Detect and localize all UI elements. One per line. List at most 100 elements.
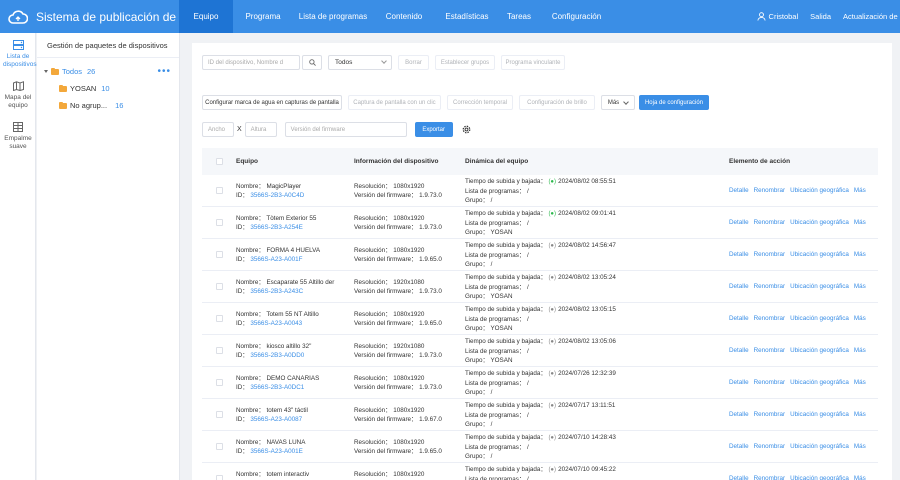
- row-checkbox[interactable]: [215, 443, 223, 450]
- detail-link[interactable]: Detalle: [729, 219, 749, 226]
- geolocation-link[interactable]: Ubicación geográfica: [790, 315, 849, 322]
- rename-link[interactable]: Renombrar: [754, 251, 786, 258]
- clear-button[interactable]: Borrar: [398, 55, 429, 70]
- firmware-input[interactable]: Versión del firmware: [284, 122, 407, 137]
- detail-link[interactable]: Detalle: [729, 379, 749, 386]
- table-row[interactable]: Nombre： kiosco altillo 32" ID： 3566S-2B3…: [202, 335, 878, 367]
- more-link[interactable]: Más: [854, 251, 866, 258]
- rename-link[interactable]: Renombrar: [754, 379, 786, 386]
- nav-estadisticas[interactable]: Estadísticas: [435, 0, 499, 33]
- more-link[interactable]: Más: [854, 187, 866, 194]
- geolocation-link[interactable]: Ubicación geográfica: [790, 187, 849, 194]
- nav-tareas[interactable]: Tareas: [499, 0, 539, 33]
- nav-configuracion[interactable]: Configuración: [539, 0, 614, 33]
- table-row[interactable]: Nombre： MagicPlayer ID： 3566S-2B3-A0C4D …: [202, 175, 878, 207]
- tree-node-root[interactable]: Todos 26 •••: [37, 63, 179, 80]
- geolocation-link[interactable]: Ubicación geográfica: [790, 475, 849, 480]
- detail-link[interactable]: Detalle: [729, 475, 749, 480]
- table-row[interactable]: Nombre： FORMA 4 HUELVA ID： 3566S-A23-A00…: [202, 239, 878, 271]
- select-all-checkbox[interactable]: [215, 158, 223, 165]
- more-link[interactable]: Más: [854, 219, 866, 226]
- height-input[interactable]: Altura: [244, 122, 277, 137]
- row-checkbox[interactable]: [215, 315, 223, 322]
- more-link[interactable]: Más: [854, 283, 866, 290]
- rename-link[interactable]: Renombrar: [754, 187, 786, 194]
- detail-link[interactable]: Detalle: [729, 443, 749, 450]
- user-menu[interactable]: Cristobal: [756, 12, 798, 21]
- rename-link[interactable]: Renombrar: [754, 347, 786, 354]
- detail-link[interactable]: Detalle: [729, 347, 749, 354]
- device-id-link[interactable]: 3566S-2B3-A0DD0: [250, 352, 304, 359]
- row-checkbox[interactable]: [215, 219, 223, 226]
- caret-down-icon[interactable]: [44, 70, 48, 73]
- set-groups-button[interactable]: Establecer grupos: [435, 55, 495, 70]
- screenshot-button[interactable]: Captura de pantalla con un clic: [348, 95, 441, 110]
- more-button[interactable]: Más: [601, 95, 635, 110]
- nav-programa[interactable]: Programa: [233, 0, 293, 33]
- nav-equipo[interactable]: Equipo: [179, 0, 233, 33]
- time-correction-button[interactable]: Corrección temporal: [447, 95, 513, 110]
- row-checkbox[interactable]: [215, 251, 223, 258]
- table-row[interactable]: Nombre： Totem 55 NT Altillo ID： 3566S-A2…: [202, 303, 878, 335]
- detail-link[interactable]: Detalle: [729, 187, 749, 194]
- rename-link[interactable]: Renombrar: [754, 443, 786, 450]
- device-id-link[interactable]: 3566S-2B3-A0C4D: [250, 192, 304, 199]
- detail-link[interactable]: Detalle: [729, 251, 749, 258]
- tree-node-yosan[interactable]: YOSAN 10: [37, 80, 179, 97]
- table-row[interactable]: Nombre： NAVAS LUNA ID： 3566S-A23-A001E R…: [202, 431, 878, 463]
- search-input[interactable]: ID del dispositivo, Nombre d: [202, 55, 300, 70]
- geolocation-link[interactable]: Ubicación geográfica: [790, 379, 849, 386]
- geolocation-link[interactable]: Ubicación geográfica: [790, 347, 849, 354]
- geolocation-link[interactable]: Ubicación geográfica: [790, 251, 849, 258]
- more-dots-icon[interactable]: •••: [157, 66, 171, 77]
- gear-icon[interactable]: [461, 124, 473, 136]
- sidebar-item-map[interactable]: Mapa del equipo: [0, 69, 36, 110]
- row-checkbox[interactable]: [215, 283, 223, 290]
- geolocation-link[interactable]: Ubicación geográfica: [790, 219, 849, 226]
- status-select[interactable]: Todos: [328, 55, 392, 70]
- table-row[interactable]: Nombre： Escaparate 55 Altillo der ID： 35…: [202, 271, 878, 303]
- logout-link[interactable]: Salida: [810, 12, 831, 21]
- sidebar-item-splice[interactable]: Empalme suave: [0, 110, 36, 151]
- nav-contenido[interactable]: Contenido: [373, 0, 435, 33]
- detail-link[interactable]: Detalle: [729, 315, 749, 322]
- row-checkbox[interactable]: [215, 187, 223, 194]
- export-button[interactable]: Exportar: [414, 122, 453, 137]
- row-checkbox[interactable]: [215, 379, 223, 386]
- device-id-link[interactable]: 3566S-A23-A0087: [250, 416, 302, 423]
- watermark-button[interactable]: Configurar marca de agua en capturas de …: [202, 95, 342, 110]
- page-scrollbar[interactable]: [892, 33, 900, 480]
- detail-link[interactable]: Detalle: [729, 411, 749, 418]
- geolocation-link[interactable]: Ubicación geográfica: [790, 443, 849, 450]
- detail-link[interactable]: Detalle: [729, 283, 749, 290]
- device-id-link[interactable]: 3566S-A23-A001E: [250, 448, 303, 455]
- device-id-link[interactable]: 3566S-2B3-A254E: [250, 224, 303, 231]
- bind-program-button[interactable]: Programa vinculante: [501, 55, 565, 70]
- device-id-link[interactable]: 3566S-A23-A001F: [250, 256, 302, 263]
- rename-link[interactable]: Renombrar: [754, 411, 786, 418]
- sidebar-item-device-list[interactable]: Lista de dispositivos: [0, 33, 37, 69]
- row-checkbox[interactable]: [215, 411, 223, 418]
- update-link[interactable]: Actualización de las direc: [843, 12, 900, 21]
- table-row[interactable]: Nombre： DEMO CANARIAS ID： 3566S-2B3-A0DC…: [202, 367, 878, 399]
- rename-link[interactable]: Renombrar: [754, 219, 786, 226]
- geolocation-link[interactable]: Ubicación geográfica: [790, 411, 849, 418]
- rename-link[interactable]: Renombrar: [754, 315, 786, 322]
- row-checkbox[interactable]: [215, 475, 223, 480]
- row-checkbox[interactable]: [215, 347, 223, 354]
- device-id-link[interactable]: 3566S-A23-A0043: [250, 320, 302, 327]
- search-button[interactable]: [302, 55, 322, 70]
- nav-lista-programas[interactable]: Lista de programas: [293, 0, 373, 33]
- table-row[interactable]: Nombre： totem interactiv ID： Resolución：…: [202, 463, 878, 480]
- rename-link[interactable]: Renombrar: [754, 475, 786, 480]
- tree-node-no-agrupados[interactable]: No agrup... 16: [37, 97, 179, 114]
- more-link[interactable]: Más: [854, 347, 866, 354]
- more-link[interactable]: Más: [854, 475, 866, 480]
- device-id-link[interactable]: 3566S-2B3-A243C: [250, 288, 303, 295]
- more-link[interactable]: Más: [854, 379, 866, 386]
- table-row[interactable]: Nombre： Tòtem Exterior 55 ID： 3566S-2B3-…: [202, 207, 878, 239]
- device-id-link[interactable]: 3566S-2B3-A0DC1: [250, 384, 304, 391]
- width-input[interactable]: Ancho: [202, 122, 234, 137]
- more-link[interactable]: Más: [854, 315, 866, 322]
- more-link[interactable]: Más: [854, 411, 866, 418]
